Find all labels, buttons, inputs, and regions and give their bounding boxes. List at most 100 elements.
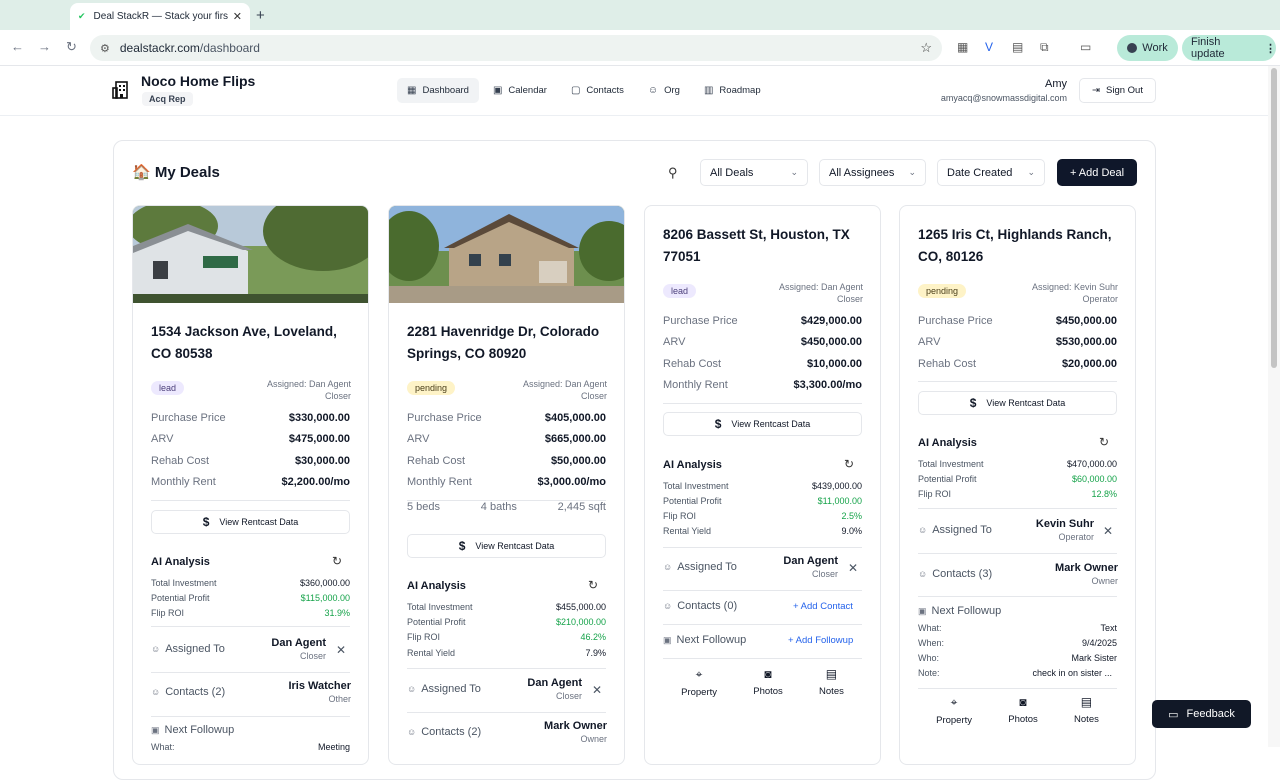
- row-value: $439,000.00: [811, 481, 862, 491]
- notes-button[interactable]: ▤ Notes: [1074, 695, 1099, 726]
- photos-button[interactable]: ◙ Photos: [1008, 695, 1038, 726]
- profile-button[interactable]: Work: [1117, 35, 1178, 61]
- nav-org[interactable]: ☺ Org: [638, 78, 690, 103]
- refresh-icon[interactable]: ↻: [1099, 435, 1109, 449]
- search-icon[interactable]: ⚲: [668, 165, 678, 181]
- assignee-filter-select[interactable]: All Assignees ⌄: [819, 159, 926, 186]
- reload-icon[interactable]: ↻: [66, 39, 77, 55]
- sort-select[interactable]: Date Created ⌄: [937, 159, 1045, 186]
- followup-note-row: Note: check in on sister ...: [918, 668, 1117, 678]
- chat-icon: ▭: [1168, 708, 1179, 721]
- divider: [407, 712, 606, 713]
- row-label: ARV: [663, 336, 686, 348]
- deal-address[interactable]: 2281 Havenridge Dr, Colorado Springs, CO…: [407, 321, 612, 365]
- finish-update-button[interactable]: Finish update ⋮: [1182, 35, 1276, 61]
- nav-dashboard[interactable]: ▦ Dashboard: [397, 78, 479, 103]
- row-label: Rehab Cost: [407, 455, 466, 467]
- divider: [918, 381, 1117, 382]
- remove-assignee-icon[interactable]: ✕: [592, 683, 602, 697]
- remove-assignee-icon[interactable]: ✕: [1103, 524, 1113, 538]
- row-value: $115,000.00: [300, 593, 350, 603]
- ai-analysis-heading: AI Analysis: [407, 580, 466, 592]
- divider: [918, 596, 1117, 597]
- section-label: Assigned To: [677, 561, 737, 573]
- row-label: ARV: [918, 336, 941, 348]
- contact[interactable]: Mark Owner Owner: [509, 720, 607, 744]
- nav-contacts[interactable]: ▢ Contacts: [561, 78, 634, 103]
- calendar-icon: ▣: [918, 605, 927, 616]
- page-scrollbar[interactable]: [1268, 66, 1280, 747]
- divider: [151, 500, 350, 501]
- deal-card[interactable]: 1265 Iris Ct, Highlands Ranch, CO, 80126…: [899, 205, 1136, 765]
- close-tab-icon[interactable]: ✕: [233, 10, 242, 23]
- feedback-button[interactable]: ▭ Feedback: [1152, 700, 1251, 728]
- contact[interactable]: Iris Watcher Other: [253, 680, 351, 704]
- row-value: $475,000.00: [288, 433, 350, 445]
- add-contact-link[interactable]: + Add Contact: [793, 601, 853, 612]
- row-value: 12.8%: [1091, 489, 1117, 499]
- deal-address[interactable]: 1534 Jackson Ave, Loveland, CO 80538: [151, 321, 356, 365]
- status-badge: lead: [151, 381, 185, 395]
- property-button[interactable]: ⌖ Property: [681, 667, 717, 698]
- deal-card[interactable]: 1534 Jackson Ave, Loveland, CO 80538 lea…: [132, 205, 369, 765]
- total-investment-row: Total Investment $470,000.00: [918, 459, 1117, 469]
- address-bar[interactable]: ⚙ dealstackr.com/dashboard ☆: [90, 35, 942, 61]
- property-button[interactable]: ⌖ Property: [936, 695, 972, 726]
- row-value: $330,000.00: [288, 412, 350, 424]
- assignee-name: Dan Agent: [783, 555, 838, 567]
- tab-search-icon[interactable]: ▭: [1080, 40, 1091, 54]
- assigned-line: Assigned: Dan Agent: [522, 379, 607, 389]
- extension-v-icon[interactable]: V: [985, 40, 993, 54]
- nav-calendar[interactable]: ▣ Calendar: [483, 78, 557, 103]
- action-label: Photos: [1008, 714, 1038, 725]
- assignee-role: Closer: [299, 651, 326, 661]
- assigned-to-label: ☺ Assigned To: [151, 643, 225, 655]
- new-tab-icon[interactable]: +: [256, 7, 265, 24]
- users-icon: ☺: [151, 687, 161, 697]
- deal-address[interactable]: 1265 Iris Ct, Highlands Ranch, CO, 80126: [918, 224, 1123, 268]
- site-settings-icon[interactable]: ⚙: [100, 42, 110, 55]
- view-rentcast-button[interactable]: $ View Rentcast Data: [663, 412, 862, 436]
- browser-toolbar: ← → ↻ ⚙ dealstackr.com/dashboard ☆ ▦ V ▤…: [0, 30, 1280, 66]
- bookmark-star-icon[interactable]: ☆: [920, 40, 932, 56]
- scrollbar-thumb[interactable]: [1271, 68, 1277, 368]
- view-rentcast-button[interactable]: $ View Rentcast Data: [151, 510, 350, 534]
- extension-icon[interactable]: ▦: [957, 40, 968, 54]
- potential-profit-row: Potential Profit $210,000.00: [407, 617, 606, 627]
- remove-assignee-icon[interactable]: ✕: [336, 643, 346, 657]
- view-rentcast-button[interactable]: $ View Rentcast Data: [918, 391, 1117, 415]
- photos-button[interactable]: ◙ Photos: [753, 667, 783, 698]
- notes-button[interactable]: ▤ Notes: [819, 667, 844, 698]
- extension-code-icon[interactable]: ▤: [1012, 40, 1023, 54]
- followup-who-row: Who: Mark Sister: [918, 653, 1117, 663]
- ai-analysis-heading: AI Analysis: [918, 437, 977, 449]
- deal-card[interactable]: 8206 Bassett St, Houston, TX 77051 lead …: [644, 205, 881, 765]
- followup-what-row: What: Text: [918, 623, 1117, 633]
- section-label: Contacts (0): [677, 600, 738, 612]
- contacts-label: ☺ Contacts (0): [663, 600, 737, 612]
- browser-tab[interactable]: ✔ Deal StackR — Stack your firs ✕: [70, 3, 250, 30]
- refresh-icon[interactable]: ↻: [332, 554, 342, 568]
- forward-icon[interactable]: →: [38, 39, 51, 54]
- chevron-down-icon: ⌄: [908, 167, 916, 177]
- add-followup-link[interactable]: + Add Followup: [788, 635, 853, 646]
- deal-card[interactable]: 2281 Havenridge Dr, Colorado Springs, CO…: [388, 205, 625, 765]
- refresh-icon[interactable]: ↻: [588, 578, 598, 592]
- potential-profit-row: Potential Profit $115,000.00: [151, 593, 350, 603]
- monthly-rent-row: Monthly Rent $3,300.00/mo: [663, 379, 862, 391]
- remove-assignee-icon[interactable]: ✕: [848, 561, 858, 575]
- deal-address[interactable]: 8206 Bassett St, Houston, TX 77051: [663, 224, 868, 268]
- nav-roadmap[interactable]: ▥ Roadmap: [694, 78, 771, 103]
- add-deal-button[interactable]: + Add Deal: [1057, 159, 1137, 186]
- view-rentcast-button[interactable]: $ View Rentcast Data: [407, 534, 606, 558]
- assigned-summary: Assigned: Dan Agent Closer: [231, 378, 351, 402]
- logout-icon: ⇥: [1092, 85, 1100, 96]
- extensions-puzzle-icon[interactable]: ⧉: [1040, 40, 1049, 55]
- assigned-line: Assigned: Dan Agent: [266, 379, 351, 389]
- deal-filter-select[interactable]: All Deals ⌄: [700, 159, 808, 186]
- contact[interactable]: Mark Owner Owner: [1020, 562, 1118, 586]
- kebab-menu-icon[interactable]: ⋮: [1265, 42, 1276, 55]
- refresh-icon[interactable]: ↻: [844, 457, 854, 471]
- back-icon[interactable]: ←: [11, 39, 24, 54]
- sign-out-button[interactable]: ⇥ Sign Out: [1079, 78, 1156, 103]
